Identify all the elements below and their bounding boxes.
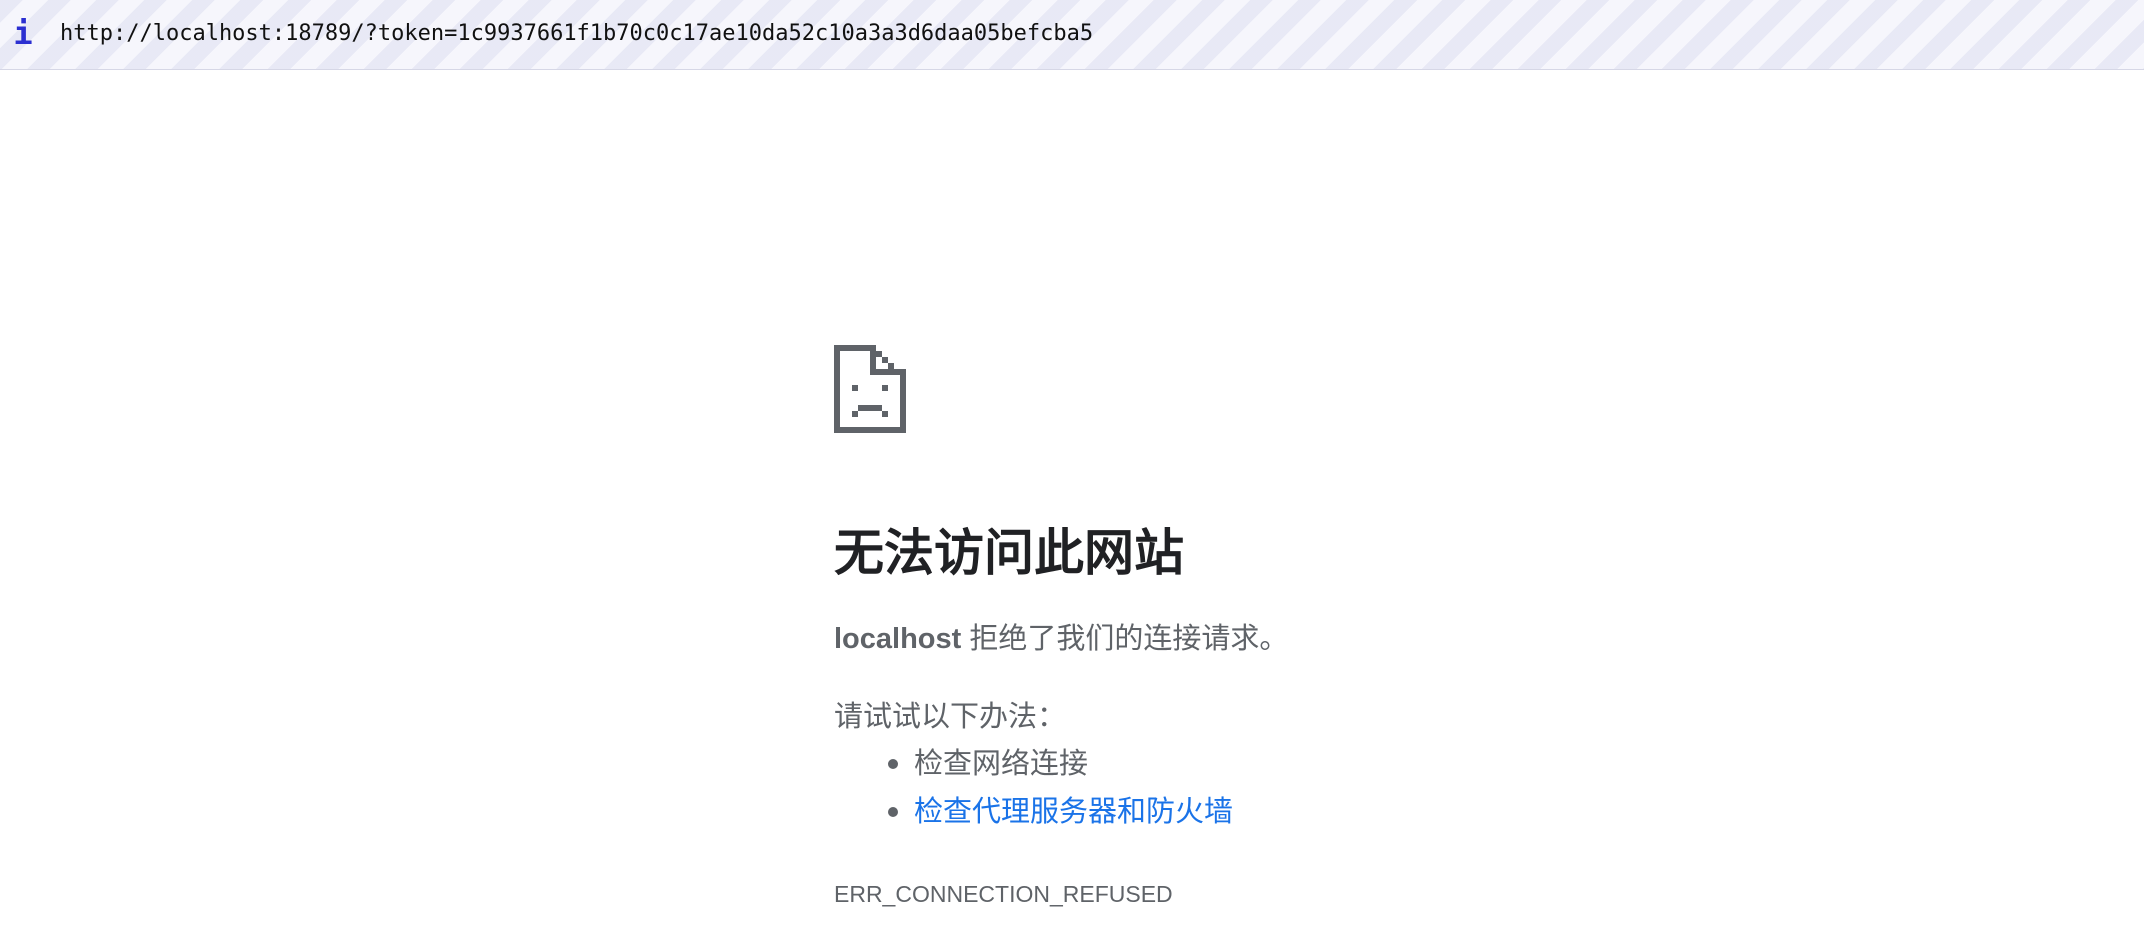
summary-text: 拒绝了我们的连接请求。	[961, 623, 1289, 655]
url-bar: i http://localhost:18789/?token=1c993766…	[0, 0, 2144, 70]
host-name: localhost	[834, 623, 962, 655]
suggestion-check-proxy-link[interactable]: 检查代理服务器和防火墙	[914, 796, 1233, 828]
info-icon[interactable]: i	[12, 16, 34, 50]
suggestions-title: 请试试以下办法：	[834, 701, 1067, 733]
list-item: 检查代理服务器和防火墙	[834, 794, 1233, 842]
bullet-icon	[888, 807, 898, 817]
error-code: ERR_CONNECTION_REFUSED	[834, 881, 1173, 907]
bullet-icon	[888, 759, 898, 769]
list-item: 检查网络连接	[834, 746, 1233, 794]
suggestions-list: 检查网络连接 检查代理服务器和防火墙	[834, 746, 1233, 842]
error-summary: localhost 拒绝了我们的连接请求。	[834, 621, 1288, 657]
suggestion-check-network: 检查网络连接	[914, 748, 1089, 780]
url-text[interactable]: http://localhost:18789/?token=1c9937661f…	[60, 20, 1093, 48]
page-title: 无法访问此网站	[834, 525, 1184, 581]
sad-document-icon	[834, 345, 906, 433]
